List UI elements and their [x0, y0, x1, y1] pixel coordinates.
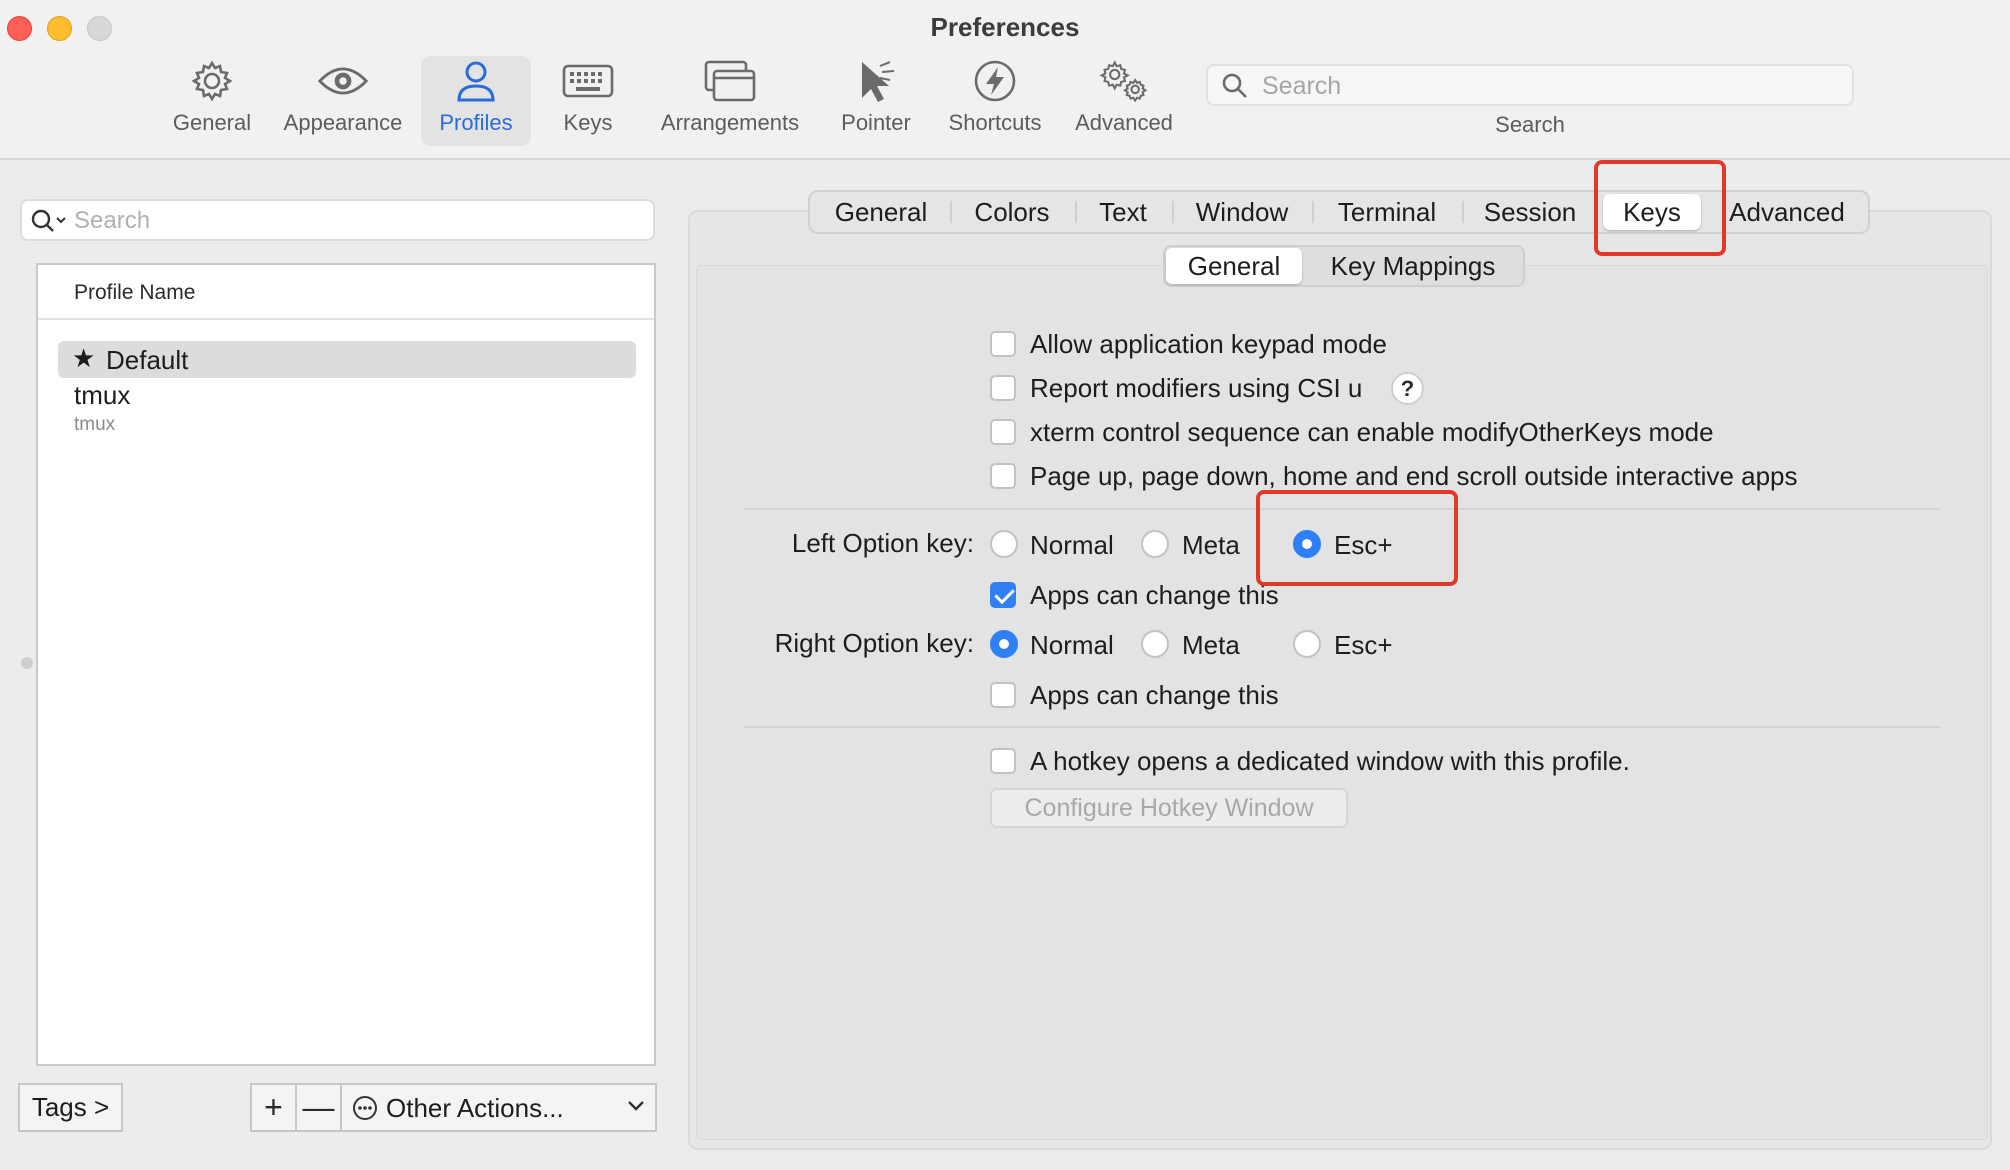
search-icon — [31, 209, 66, 232]
profile-list[interactable]: Profile Name ★ Default tmux tmux — [36, 263, 656, 1066]
pointer-icon — [850, 56, 902, 106]
other-actions-popup[interactable]: Other Actions... — [344, 1085, 655, 1130]
window-title: Preferences — [930, 12, 1080, 42]
help-button[interactable]: ? — [1391, 372, 1424, 405]
report-modifiers-checkbox[interactable] — [990, 375, 1016, 401]
left-option-esc-label: Esc+ — [1334, 530, 1393, 560]
page-scroll-checkbox[interactable] — [990, 463, 1016, 489]
eye-icon — [317, 56, 369, 106]
section-divider — [744, 726, 1940, 728]
right-option-meta-radio[interactable] — [1141, 630, 1169, 658]
ellipsis-circle-icon — [353, 1096, 377, 1120]
subtab-key-mappings[interactable]: Key Mappings — [1306, 248, 1520, 284]
gear-icon — [186, 56, 238, 106]
left-option-normal-radio[interactable] — [990, 530, 1018, 558]
right-apps-can-change-checkbox[interactable] — [990, 682, 1016, 708]
left-apps-can-change-checkbox[interactable] — [990, 582, 1016, 608]
profile-row-tmux[interactable]: tmux tmux — [74, 378, 634, 438]
left-option-meta-label: Meta — [1182, 530, 1240, 560]
right-option-esc-radio[interactable] — [1293, 630, 1321, 658]
toolbar: Preferences General Appearance Profiles — [0, 0, 2010, 160]
profile-actions-group: + — Other Actions... — [250, 1083, 657, 1132]
tab-advanced[interactable]: Advanced — [1718, 194, 1856, 230]
tab-separator — [950, 201, 952, 223]
other-actions-label: Other Actions... — [386, 1093, 564, 1123]
left-option-meta-radio[interactable] — [1141, 530, 1169, 558]
toolbar-shortcuts[interactable]: Shortcuts — [940, 56, 1050, 146]
toolbar-appearance[interactable]: Appearance — [276, 56, 410, 146]
toolbar-search-field[interactable]: Search — [1206, 64, 1854, 106]
tab-text[interactable]: Text — [1083, 194, 1163, 230]
add-profile-button[interactable]: + — [252, 1085, 297, 1130]
allow-keypad-label: Allow application keypad mode — [1030, 329, 1387, 359]
right-apps-can-change-label: Apps can change this — [1030, 680, 1279, 710]
profile-list-header[interactable]: Profile Name — [38, 265, 654, 320]
search-icon — [1222, 73, 1247, 98]
split-handle[interactable] — [21, 657, 33, 669]
gears-icon — [1098, 56, 1150, 106]
toolbar-keys[interactable]: Keys — [548, 56, 628, 146]
right-option-key-label: Right Option key: — [774, 628, 974, 658]
profile-row-default[interactable]: ★ Default — [58, 341, 636, 378]
profile-search-field[interactable]: Search — [20, 199, 655, 241]
left-option-normal-label: Normal — [1030, 530, 1114, 560]
right-option-meta-label: Meta — [1182, 630, 1240, 660]
subtab-general[interactable]: General — [1166, 248, 1302, 284]
person-icon — [450, 56, 502, 106]
toolbar-pointer[interactable]: Pointer — [834, 56, 918, 146]
tags-button[interactable]: Tags > — [18, 1083, 123, 1132]
hotkey-window-label: A hotkey opens a dedicated window with t… — [1030, 746, 1630, 776]
left-option-key-label: Left Option key: — [791, 528, 974, 558]
profile-subtitle: tmux — [74, 414, 116, 435]
hotkey-window-checkbox[interactable] — [990, 748, 1016, 774]
chevron-down-icon — [628, 1101, 644, 1111]
toolbar-advanced[interactable]: Advanced — [1070, 56, 1178, 146]
tab-colors[interactable]: Colors — [958, 194, 1066, 230]
toolbar-search-placeholder: Search — [1262, 72, 1342, 100]
tab-terminal[interactable]: Terminal — [1320, 194, 1454, 230]
toolbar-general[interactable]: General — [164, 56, 260, 146]
bolt-icon — [969, 56, 1021, 106]
configure-hotkey-window-button[interactable]: Configure Hotkey Window — [990, 788, 1348, 828]
tab-session[interactable]: Session — [1470, 194, 1590, 230]
right-option-normal-label: Normal — [1030, 630, 1114, 660]
left-apps-can-change-label: Apps can change this — [1030, 580, 1279, 610]
tab-separator — [1075, 201, 1077, 223]
toolbar-arrangements[interactable]: Arrangements — [654, 56, 806, 146]
xterm-modify-checkbox[interactable] — [990, 419, 1016, 445]
tab-separator — [1462, 201, 1464, 223]
remove-profile-button[interactable]: — — [297, 1085, 342, 1130]
tab-window[interactable]: Window — [1180, 194, 1304, 230]
profile-name-column-header: Profile Name — [74, 281, 196, 304]
page-scroll-label: Page up, page down, home and end scroll … — [1030, 461, 1798, 491]
right-option-normal-radio[interactable] — [990, 630, 1018, 658]
toolbar-search-label: Search — [1495, 112, 1565, 137]
profile-name: Default — [106, 345, 189, 375]
section-divider — [744, 508, 1940, 510]
tab-separator — [1312, 201, 1314, 223]
profile-search-placeholder: Search — [74, 207, 151, 234]
star-icon: ★ — [72, 343, 96, 373]
windows-icon — [704, 56, 756, 106]
keyboard-icon — [562, 56, 614, 106]
preferences-window: Preferences General Appearance Profiles — [0, 0, 2010, 1170]
tab-separator — [1172, 201, 1174, 223]
toolbar-profiles[interactable]: Profiles — [421, 56, 531, 146]
allow-keypad-checkbox[interactable] — [990, 331, 1016, 357]
tab-general[interactable]: General — [818, 194, 944, 230]
profile-name: tmux — [74, 380, 131, 410]
left-option-esc-radio[interactable] — [1293, 530, 1321, 558]
xterm-modify-label: xterm control sequence can enable modify… — [1030, 417, 1714, 447]
right-option-esc-label: Esc+ — [1334, 630, 1393, 660]
report-modifiers-label: Report modifiers using CSI u — [1030, 373, 1363, 403]
tab-keys[interactable]: Keys — [1603, 194, 1701, 230]
